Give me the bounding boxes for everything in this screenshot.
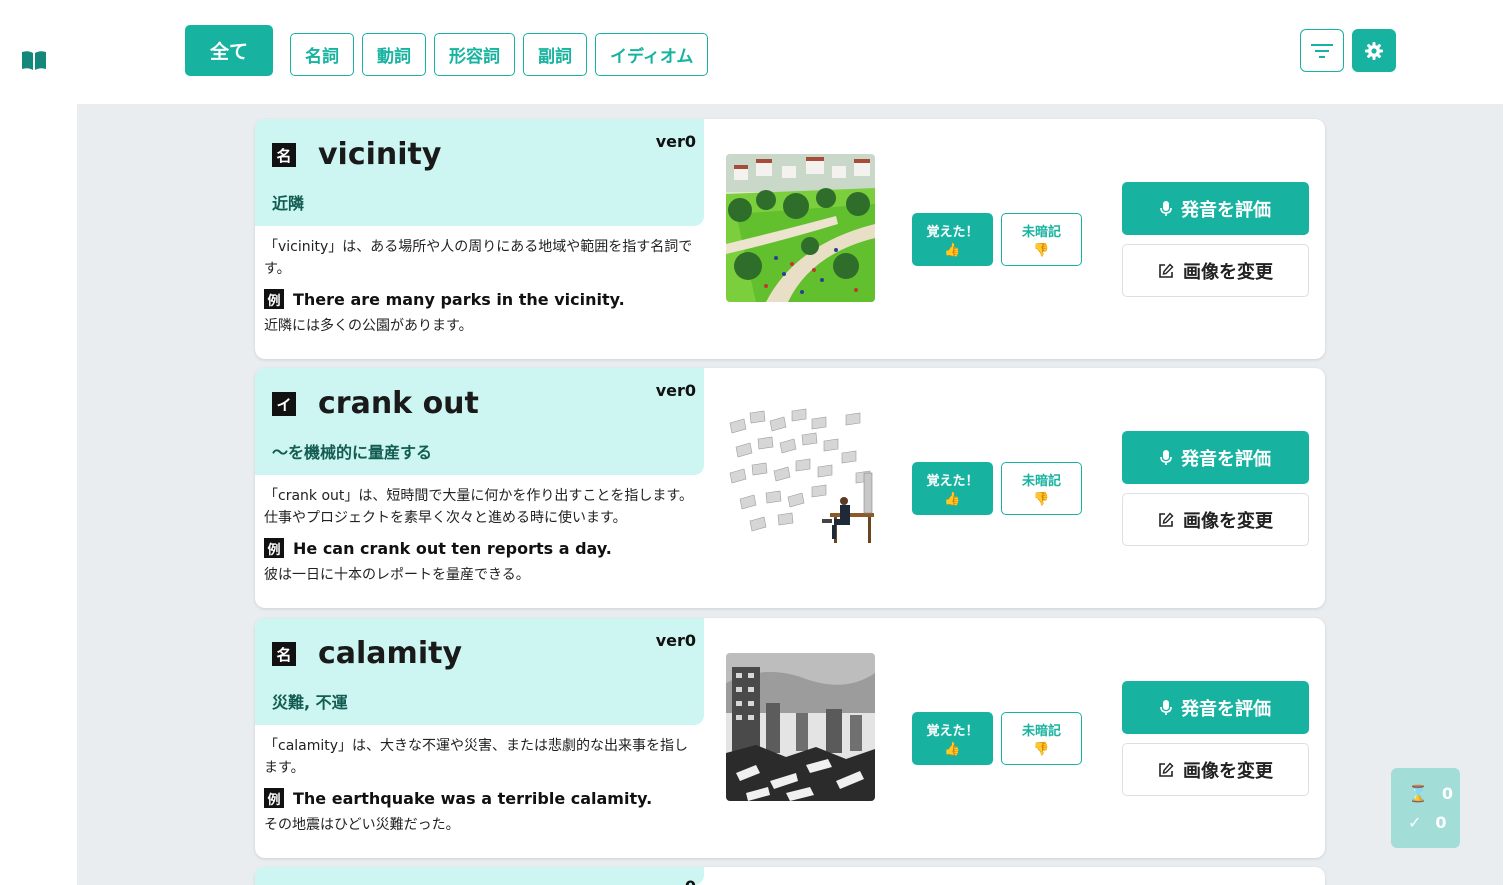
microphone-icon [1160,200,1172,216]
word-title: crank out [318,386,479,421]
not-memorized-label: 未暗記 [1021,724,1061,739]
version-label: ver0 [655,132,696,151]
memorized-label: 覚えた！ [926,724,979,739]
word-description: 「calamity」は、大きな不運や災害、または悲劇的な出来事を指します。 [264,738,689,776]
evaluate-pronunciation-label: 発音を評価 [1181,448,1271,470]
thumbs-down-icon: 👎 [1033,243,1050,258]
book-icon[interactable] [21,49,47,71]
part-of-speech-badge: 名 [272,143,296,167]
thumbs-down-icon: 👎 [1033,492,1050,507]
word-card-header: 名 vicinity ver0 近隣 [255,119,704,226]
evaluate-pronunciation-button[interactable]: 発音を評価 [1122,431,1309,484]
thumbs-up-icon: 👍 [944,492,961,507]
memorized-button[interactable]: 覚えた！ 👍 [912,213,993,266]
word-card: イ crank out ver0 〜を機械的に量産する 「crank out」は… [255,368,1325,608]
evaluate-pronunciation-button[interactable]: 発音を評価 [1122,182,1309,235]
category-filter-tabs: 全て 名詞 動詞 形容詞 副詞 イディオム [185,25,709,76]
evaluate-pronunciation-button[interactable]: 発音を評価 [1122,681,1309,734]
tab-all[interactable]: 全て [185,25,274,76]
microphone-icon [1160,699,1172,715]
example-translation: その地震はひどい災難だった。 [264,817,460,833]
word-card-header: 名 calamity ver0 災難, 不運 [255,618,704,725]
version-label: ver0 [655,381,696,400]
part-of-speech-badge: 名 [272,642,296,666]
tab-adverb[interactable]: 副詞 [523,33,588,76]
check-icon: ✓ [1408,813,1422,832]
change-image-button[interactable]: 画像を変更 [1122,493,1309,546]
gear-icon [1365,41,1383,60]
example-translation: 近隣には多くの公園があります。 [264,318,473,334]
change-image-button[interactable]: 画像を変更 [1122,244,1309,297]
filter-icon [1311,43,1333,58]
settings-button[interactable] [1352,29,1396,72]
tab-verb[interactable]: 動詞 [362,33,427,76]
thumbs-up-icon: 👍 [944,742,961,757]
word-image-park [726,154,875,302]
example-badge: 例 [264,788,284,808]
top-bar: 全て 名詞 動詞 形容詞 副詞 イディオム [0,0,1505,104]
word-meaning: 近隣 [272,194,305,213]
change-image-label: 画像を変更 [1183,510,1273,532]
example-sentence: 例 The earthquake was a terrible calamity… [264,788,652,808]
word-image-ruins [726,653,875,801]
not-memorized-button[interactable]: 未暗記 👎 [1001,712,1082,765]
memorized-label: 覚えた！ [926,225,979,240]
word-meaning: 〜を機械的に量産する [272,443,433,462]
word-image-papers [726,403,875,551]
edit-icon [1159,761,1174,777]
not-memorized-button[interactable]: 未暗記 👎 [1001,213,1082,266]
memorized-label: 覚えた！ [926,474,979,489]
evaluate-pronunciation-label: 発音を評価 [1181,199,1271,221]
part-of-speech-badge: イ [272,392,296,416]
example-sentence: 例 There are many parks in the vicinity. [264,289,625,309]
example-badge: 例 [264,538,284,558]
word-title: vicinity [318,137,442,172]
memorized-button[interactable]: 覚えた！ 👍 [912,712,993,765]
version-label: 0 [685,877,696,885]
example-text: He can crank out ten reports a day. [293,538,612,558]
example-sentence: 例 He can crank out ten reports a day. [264,538,612,558]
memorized-button[interactable]: 覚えた！ 👍 [912,462,993,515]
not-memorized-button[interactable]: 未暗記 👎 [1001,462,1082,515]
word-title: calamity [318,636,462,671]
example-text: The earthquake was a terrible calamity. [293,788,653,808]
example-badge: 例 [264,289,284,309]
evaluate-pronunciation-label: 発音を評価 [1181,698,1271,720]
not-memorized-label: 未暗記 [1021,225,1061,240]
word-card: 名 calamity ver0 災難, 不運 「calamity」は、大きな不運… [255,618,1325,858]
done-count: 0 [1435,813,1447,832]
microphone-icon [1160,449,1172,465]
tab-idiom[interactable]: イディオム [595,33,709,76]
edit-icon [1159,511,1174,527]
word-description: 「vicinity」は、ある場所や人の周りにある地域や範囲を指す名詞です。 [264,239,693,277]
hourglass-icon: ⌛ [1408,784,1428,803]
not-memorized-label: 未暗記 [1021,474,1061,489]
word-meaning: 災難, 不運 [272,693,348,712]
version-label: ver0 [655,631,696,650]
word-description: 「crank out」は、短時間で大量に何かを作り出すことを指します。仕事やプロ… [264,488,693,526]
change-image-button[interactable]: 画像を変更 [1122,743,1309,796]
tab-noun[interactable]: 名詞 [290,33,355,76]
filter-button[interactable] [1300,29,1344,72]
word-card-peek: 0 [255,867,1325,885]
thumbs-down-icon: 👎 [1033,742,1050,757]
example-translation: 彼は一日に十本のレポートを量産できる。 [264,567,530,583]
word-card: 名 vicinity ver0 近隣 「vicinity」は、ある場所や人の周り… [255,119,1325,359]
example-text: There are many parks in the vicinity. [293,289,625,309]
thumbs-up-icon: 👍 [944,243,961,258]
edit-icon [1159,262,1174,278]
pending-count: 0 [1441,784,1454,803]
word-card-header: イ crank out ver0 〜を機械的に量産する [255,368,704,475]
change-image-label: 画像を変更 [1183,760,1273,782]
progress-counter: ⌛ 0 ✓ 0 [1391,768,1460,848]
tab-adjective[interactable]: 形容詞 [434,33,516,76]
word-card-header: 0 [255,867,704,885]
change-image-label: 画像を変更 [1183,261,1273,283]
